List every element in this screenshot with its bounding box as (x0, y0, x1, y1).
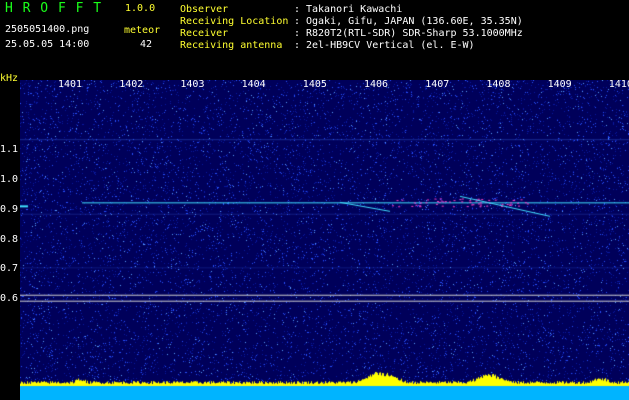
hroft-screen: H R O F F T 1.0.0 2505051400.png meteor … (0, 0, 629, 400)
y-tick-label: 0.7 (0, 263, 19, 275)
x-tick-label: 1404 (241, 79, 266, 90)
image-filename: 2505051400.png (5, 24, 90, 35)
observer-value: Takanori Kawachi (306, 4, 403, 15)
x-tick-label: 1402 (119, 79, 144, 90)
antenna-colon: : (294, 40, 301, 51)
x-tick-label: 1410 (608, 79, 629, 90)
observer-colon: : (294, 4, 301, 15)
y-tick-label: 1.0 (0, 174, 19, 185)
receiver-colon: : (294, 28, 301, 39)
spectrogram (20, 80, 629, 400)
observation-datetime: 25.05.05 14:00 (5, 39, 90, 50)
app-version: 1.0.0 (125, 3, 156, 14)
observer-label: Observer (180, 4, 229, 15)
meteor-count-label: meteor (124, 25, 161, 36)
y-axis-unit: kHz (0, 73, 19, 84)
y-tick-label: 0.9 (0, 203, 19, 215)
app-brand: H R O F F T (5, 1, 103, 16)
receiver-value: R820T2(RTL-SDR) SDR-Sharp 53.1000MHz (306, 28, 523, 39)
x-tick-label: 1405 (302, 79, 327, 90)
x-tick-label: 1406 (364, 79, 389, 90)
y-tick-label: 0.8 (0, 233, 19, 245)
y-tick-label: 0.6 (0, 293, 19, 305)
location-colon: : (294, 16, 301, 27)
x-tick-label: 1403 (180, 79, 205, 90)
meteor-count-value: 42 (140, 39, 153, 50)
y-tick-label: 1.1 (0, 144, 19, 156)
receiver-label: Receiver (180, 28, 229, 39)
antenna-label: Receiving antenna (180, 40, 283, 51)
x-tick-label: 1407 (425, 79, 450, 90)
x-tick-label: 1401 (58, 79, 83, 90)
antenna-value: 2el-HB9CV Vertical (el. E-W) (306, 40, 475, 51)
x-tick-label: 1409 (547, 79, 572, 90)
x-tick-label: 1408 (486, 79, 511, 90)
location-value: Ogaki, Gifu, JAPAN (136.60E, 35.35N) (306, 16, 523, 27)
location-label: Receiving Location (180, 16, 289, 27)
